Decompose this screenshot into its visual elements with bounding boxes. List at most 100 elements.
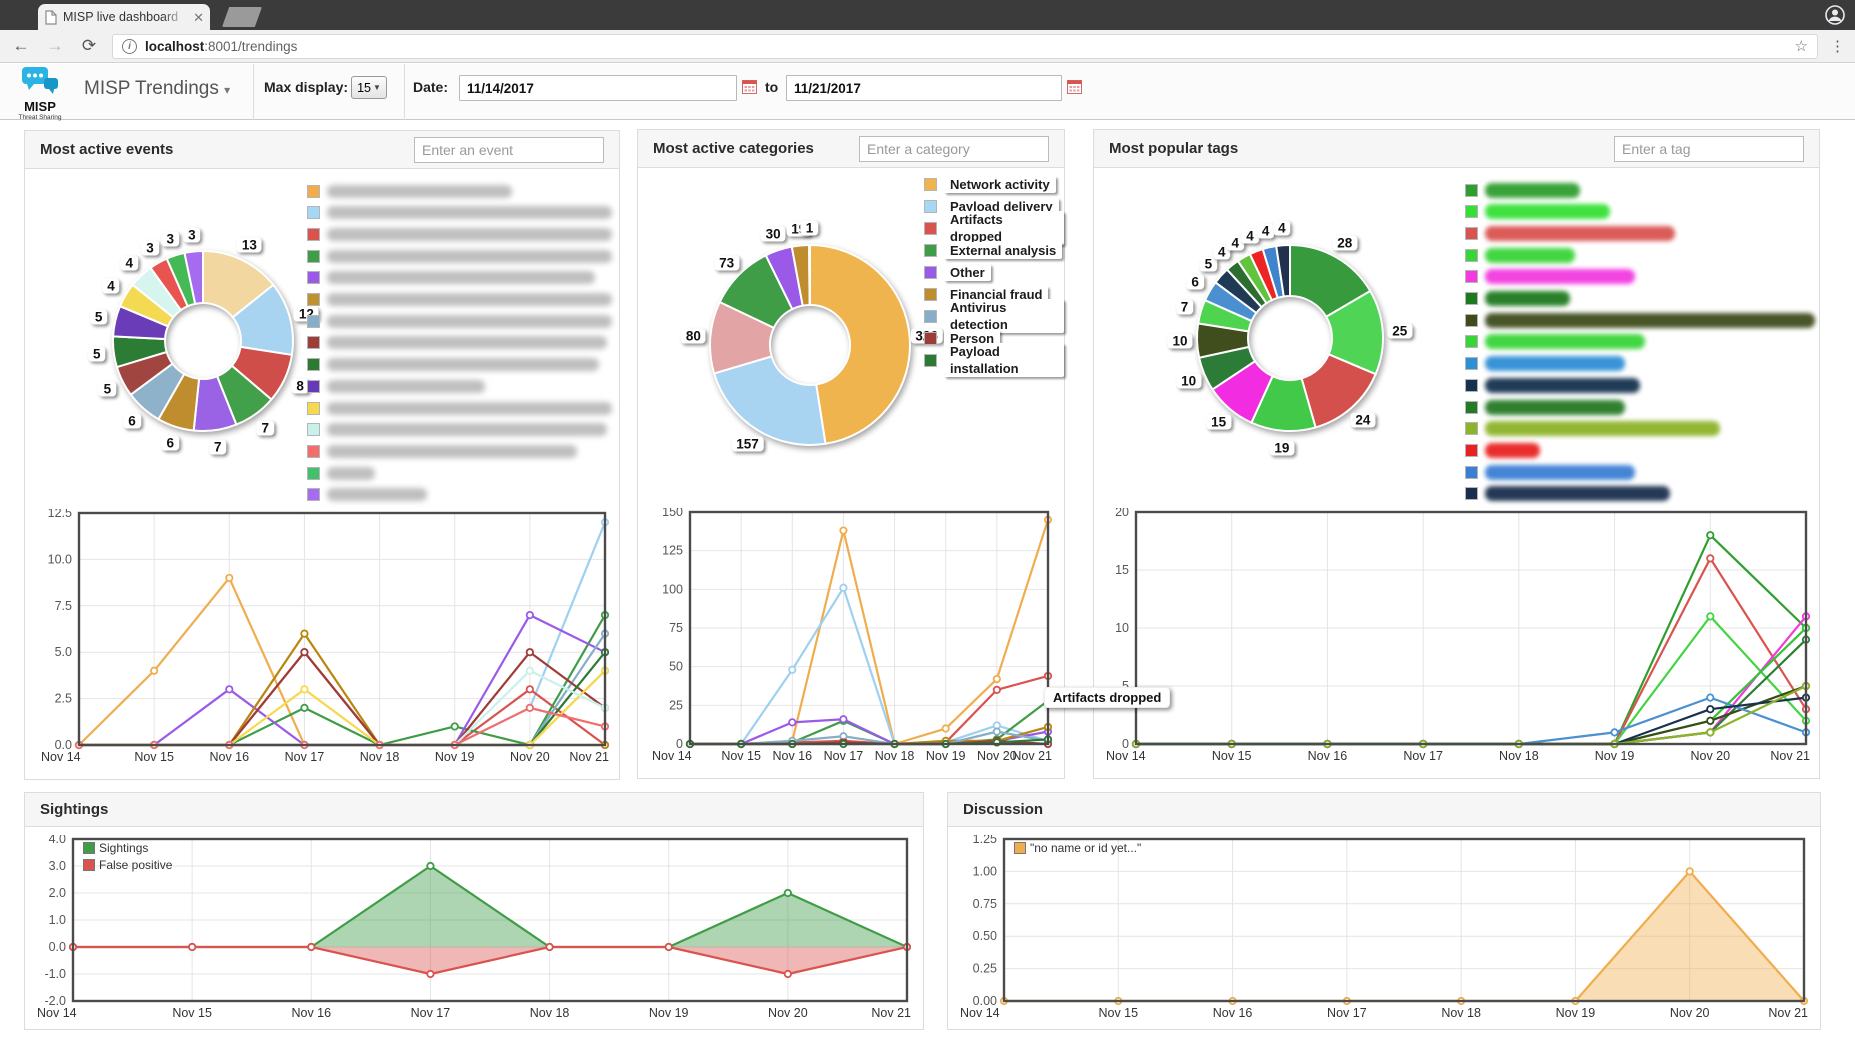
calendar-icon[interactable] <box>1067 80 1082 99</box>
chart-tooltip: Artifacts dropped <box>1044 687 1170 708</box>
legend-item[interactable]: Antivirus detection <box>924 308 1064 324</box>
reload-button[interactable]: ⟳ <box>78 36 100 56</box>
svg-text:Nov 20: Nov 20 <box>768 1006 808 1020</box>
svg-text:Nov 19: Nov 19 <box>926 749 966 763</box>
svg-text:0.25: 0.25 <box>973 962 997 976</box>
legend-item[interactable]: Payload installation <box>924 352 1064 368</box>
legend-swatch-icon <box>1465 466 1478 479</box>
panel-most-active-events: Most active events 13128776655544333 0.0… <box>24 130 620 780</box>
donut-value-label: 5 <box>99 382 117 397</box>
legend-item[interactable]: Network activity <box>924 176 1056 192</box>
svg-text:Nov 21: Nov 21 <box>1770 749 1810 763</box>
legend-item[interactable] <box>1465 334 1645 350</box>
legend-item[interactable] <box>1465 269 1635 285</box>
url-bar[interactable]: i localhost:8001/trendings ☆ <box>112 34 1818 59</box>
legend-label: Payload installation <box>944 343 1064 377</box>
redacted-label <box>327 380 485 393</box>
legend-swatch-icon <box>307 271 320 284</box>
browser-menu-icon[interactable]: ⋮ <box>1830 37 1845 55</box>
donut-value-label: 7 <box>209 439 227 454</box>
max-display-select[interactable]: 15▼ <box>351 76 387 99</box>
legend-item[interactable] <box>1465 291 1570 307</box>
legend-swatch-icon <box>307 380 320 393</box>
legend-item[interactable] <box>307 292 612 308</box>
legend-item[interactable] <box>307 335 607 351</box>
legend-item[interactable] <box>307 487 427 503</box>
legend-item[interactable] <box>307 443 577 459</box>
category-search-input[interactable] <box>859 136 1049 162</box>
new-tab-button[interactable] <box>222 7 262 27</box>
legend-item[interactable] <box>1465 312 1815 328</box>
legend-item[interactable] <box>1465 204 1610 220</box>
forward-button[interactable]: → <box>44 36 66 56</box>
svg-text:Nov 14: Nov 14 <box>37 1006 77 1020</box>
legend-item[interactable] <box>307 183 512 199</box>
bookmark-star-icon[interactable]: ☆ <box>1795 37 1808 55</box>
donut-value-label: 4 <box>121 256 139 271</box>
legend-item[interactable] <box>1465 356 1625 372</box>
tab-close-icon[interactable]: ✕ <box>193 11 204 24</box>
legend-label: Sightings <box>99 841 148 855</box>
legend-item[interactable]: External analysis <box>924 242 1062 258</box>
misp-dashboard-screen: MISP live dashboard ✕ ← → ⟳ i localhost:… <box>0 0 1855 1056</box>
profile-icon[interactable] <box>1823 3 1847 32</box>
nav-title-dropdown[interactable]: MISP Trendings ▾ <box>84 78 230 100</box>
donut-value-label: 30 <box>761 226 786 241</box>
donut-value-label: 3 <box>183 227 201 242</box>
legend-swatch-icon <box>1465 487 1478 500</box>
discussion-legend: "no name or id yet..." <box>1014 841 1141 858</box>
misp-logo-icon <box>18 66 62 96</box>
legend-item[interactable] <box>1465 486 1670 502</box>
legend-item[interactable] <box>1465 182 1580 198</box>
legend-swatch-icon <box>307 358 320 371</box>
donut-value-label: 13 <box>237 237 262 252</box>
redacted-label <box>327 250 612 263</box>
legend-item[interactable] <box>1465 421 1720 437</box>
date-from-input[interactable] <box>459 75 737 101</box>
legend-swatch-icon <box>1465 205 1478 218</box>
svg-text:Nov 17: Nov 17 <box>824 749 864 763</box>
legend-swatch-icon <box>1465 227 1478 240</box>
legend-item[interactable]: Sightings <box>83 841 172 855</box>
svg-text:1.25: 1.25 <box>973 835 997 846</box>
legend-item[interactable] <box>307 226 612 242</box>
legend-item[interactable] <box>307 270 595 286</box>
svg-text:Nov 15: Nov 15 <box>1098 1006 1138 1020</box>
svg-text:Nov 16: Nov 16 <box>772 749 812 763</box>
date-to-input[interactable] <box>786 75 1062 101</box>
legend-item[interactable] <box>307 205 612 221</box>
calendar-icon[interactable] <box>742 80 757 99</box>
legend-item[interactable] <box>307 248 612 264</box>
legend-item[interactable]: Other <box>924 264 991 280</box>
legend-item[interactable]: False positive <box>83 858 172 872</box>
legend-item[interactable] <box>307 400 612 416</box>
page-info-icon[interactable]: i <box>122 39 137 54</box>
legend-item[interactable] <box>307 422 607 438</box>
legend-item[interactable] <box>1465 464 1635 480</box>
legend-item[interactable]: Artifacts dropped <box>924 220 1064 236</box>
legend-item[interactable] <box>307 313 612 329</box>
legend-item[interactable] <box>1465 247 1575 263</box>
legend-swatch-icon <box>307 315 320 328</box>
event-search-input[interactable] <box>414 137 604 163</box>
brand-subtitle: Threat Sharing <box>12 114 68 121</box>
sightings-legend: Sightings False positive <box>83 841 172 875</box>
legend-item[interactable] <box>1465 225 1675 241</box>
legend-item[interactable] <box>307 357 599 373</box>
legend-item[interactable] <box>307 378 485 394</box>
legend-swatch-icon <box>307 293 320 306</box>
legend-item[interactable] <box>307 465 375 481</box>
misp-logo[interactable]: MISP Threat Sharing <box>12 66 68 121</box>
redacted-tag-pill <box>1485 248 1575 263</box>
legend-swatch-icon <box>1465 401 1478 414</box>
donut-value-label: 73 <box>714 255 739 270</box>
legend-item[interactable] <box>1465 442 1540 458</box>
donut-value-label: 6 <box>1186 275 1204 290</box>
back-button[interactable]: ← <box>10 36 32 56</box>
max-display-label: Max display: <box>264 79 348 95</box>
legend-item[interactable] <box>1465 399 1625 415</box>
tag-search-input[interactable] <box>1614 136 1804 162</box>
legend-item[interactable] <box>1465 377 1640 393</box>
legend-item[interactable]: "no name or id yet..." <box>1014 841 1141 855</box>
browser-tab[interactable]: MISP live dashboard ✕ <box>38 4 210 30</box>
